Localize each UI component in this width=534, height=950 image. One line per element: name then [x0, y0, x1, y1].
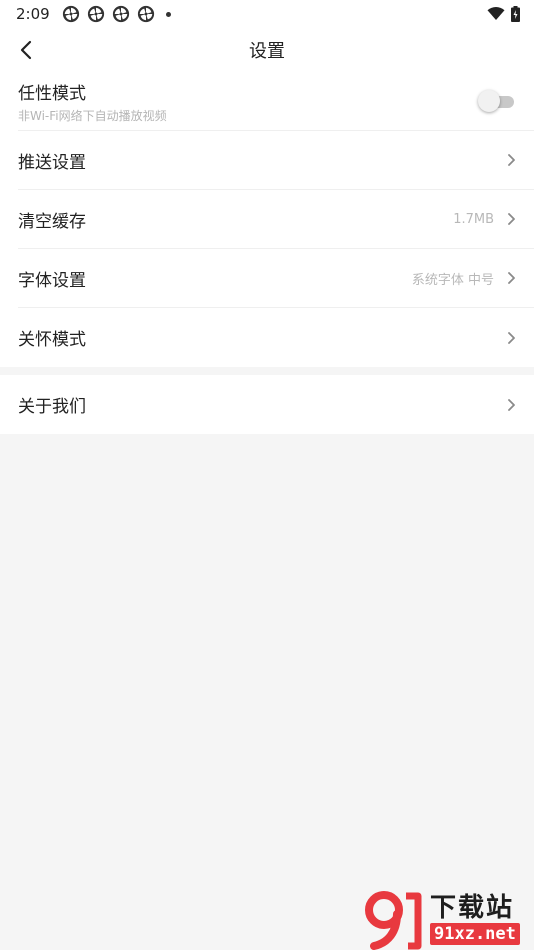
setting-label: 字体设置: [18, 270, 86, 291]
setting-subtitle: 非Wi-Fi网络下自动播放视频: [18, 108, 167, 123]
status-bar: 2:09: [0, 0, 534, 28]
site-watermark: 下载站 91xz.net: [362, 888, 534, 950]
chevron-right-icon: [508, 213, 515, 225]
setting-row-clear-cache[interactable]: 清空缓存 1.7MB: [18, 190, 534, 249]
pinwheel-icon: [112, 5, 129, 23]
watermark-logo-icon: [365, 891, 422, 950]
setting-row-font[interactable]: 字体设置 系统字体 中号: [18, 249, 534, 308]
pinwheel-icon: [137, 5, 154, 23]
autoplay-toggle[interactable]: [478, 90, 516, 112]
settings-group-main: 任性模式 非Wi-Fi网络下自动播放视频 推送设置 清空缓存 1.7MB 字体设…: [0, 72, 534, 367]
chevron-right-icon: [508, 398, 515, 411]
font-setting-value: 系统字体 中号: [411, 272, 494, 288]
pinwheel-icon: [62, 5, 79, 23]
setting-row-willful-mode[interactable]: 任性模式 非Wi-Fi网络下自动播放视频: [18, 72, 534, 131]
status-right: [487, 6, 520, 22]
more-notifications-dot: [165, 11, 171, 17]
setting-row-care-mode[interactable]: 关怀模式: [18, 308, 534, 367]
setting-label: 推送设置: [18, 152, 86, 173]
setting-label: 任性模式: [18, 83, 86, 104]
watermark-url: 91xz.net: [430, 923, 520, 945]
watermark-title: 下载站: [430, 893, 515, 923]
pinwheel-icon: [87, 5, 104, 23]
chevron-right-icon: [508, 154, 515, 166]
chevron-right-icon: [508, 331, 515, 344]
watermark-texts: 下载站 91xz.net: [430, 893, 520, 945]
cache-size-value: 1.7MB: [453, 211, 494, 227]
setting-label: 关怀模式: [18, 330, 86, 350]
page-title: 设置: [249, 41, 285, 62]
battery-icon: [511, 6, 520, 22]
setting-row-about-us[interactable]: 关于我们: [18, 375, 534, 434]
chevron-right-icon: [508, 272, 515, 284]
setting-label: 清空缓存: [18, 211, 86, 232]
settings-group-about: 关于我们: [0, 375, 534, 434]
status-time: 2:09: [16, 5, 50, 23]
setting-row-push[interactable]: 推送设置: [18, 131, 534, 190]
setting-label: 关于我们: [18, 397, 86, 417]
wifi-icon: [487, 7, 505, 20]
chevron-left-icon[interactable]: [19, 40, 33, 60]
toggle-knob: [478, 90, 500, 112]
setting-texts: 任性模式 非Wi-Fi网络下自动播放视频: [18, 79, 167, 124]
app-header: 设置: [0, 28, 534, 72]
notification-icons: [62, 5, 171, 23]
back-button[interactable]: [12, 36, 40, 64]
